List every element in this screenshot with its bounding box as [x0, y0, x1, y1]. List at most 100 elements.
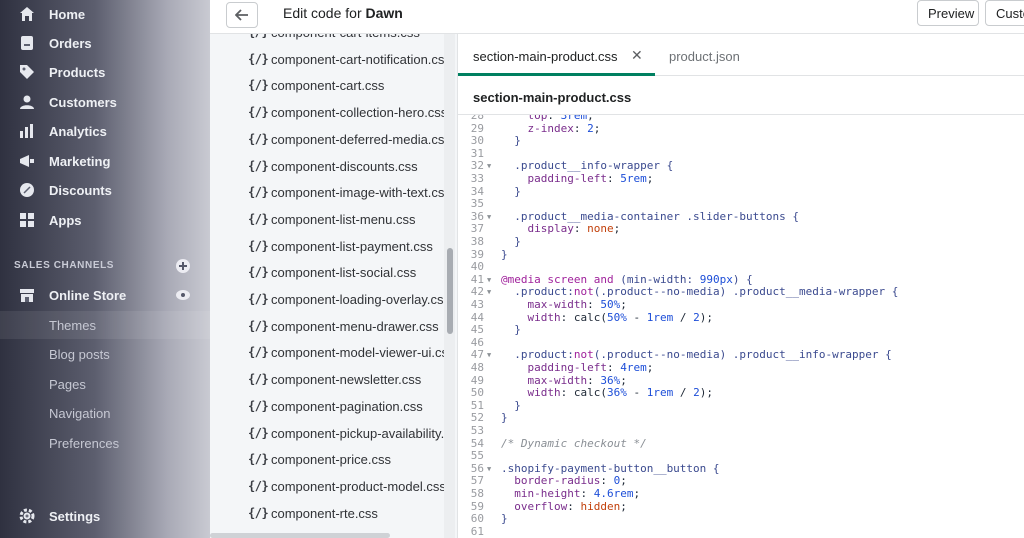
tab-section-main-product[interactable]: section-main-product.css ✕	[458, 34, 655, 76]
theme-name: Dawn	[365, 5, 403, 21]
discount-icon	[20, 183, 34, 197]
nav-item-blog-posts[interactable]: Blog posts	[0, 340, 210, 368]
code-text: }	[501, 411, 508, 425]
nav-label: Customers	[49, 94, 117, 110]
file-code-icon: {/}	[248, 158, 269, 173]
add-channel-icon[interactable]	[176, 259, 190, 273]
code-line: 60}	[458, 512, 1024, 526]
nav-item-pages[interactable]: Pages	[0, 370, 210, 398]
file-item[interactable]: {/} component-cart.css	[210, 74, 455, 100]
nav-item-discounts[interactable]: Discounts	[0, 176, 210, 204]
line-number: 60	[470, 512, 484, 526]
file-name: component-loading-overlay.css	[271, 292, 450, 307]
horizontal-scrollbar[interactable]	[210, 533, 390, 538]
code-text: }	[514, 184, 521, 198]
file-code-icon: {/}	[248, 292, 269, 306]
nav-item-products[interactable]: Products	[0, 58, 210, 86]
title-prefix: Edit code for	[283, 5, 362, 21]
apps-icon	[20, 213, 34, 227]
code-area[interactable]: 28 top: 3rem; 29 z-index: 2; 30 } 31 32 ▼ .pr…	[458, 114, 1024, 538]
file-name: component-list-social.css	[271, 265, 417, 281]
file-item[interactable]: {/} component-list-payment.css	[210, 235, 455, 261]
line-number: 43	[470, 298, 484, 311]
tag-icon	[20, 65, 34, 79]
file-name: component-newsletter.css	[271, 372, 422, 388]
file-code-icon: {/}	[248, 131, 269, 146]
tab-label: product.json	[669, 49, 740, 64]
nav-item-home[interactable]: Home	[0, 0, 210, 28]
nav-item-themes[interactable]: Themes	[0, 311, 210, 339]
nav-item-marketing[interactable]: Marketing	[0, 147, 210, 175]
fold-arrow-icon[interactable]: ▼	[487, 274, 491, 287]
nav-label: Apps	[49, 212, 82, 228]
nav-label: Orders	[49, 35, 92, 51]
gear-icon	[19, 508, 35, 524]
fold-arrow-icon[interactable]: ▼	[487, 211, 491, 224]
fold-arrow-icon[interactable]: ▼	[487, 286, 491, 299]
nav-item-apps[interactable]: Apps	[0, 206, 210, 234]
file-item[interactable]: {/} component-pagination.css	[210, 395, 455, 421]
file-code-icon: {/}	[248, 265, 269, 280]
line-number: 48	[470, 361, 484, 374]
nav-item-analytics[interactable]: Analytics	[0, 117, 210, 145]
fold-arrow-icon[interactable]: ▼	[487, 463, 491, 476]
file-item[interactable]: {/} component-discounts.css	[210, 155, 455, 181]
fold-arrow-icon[interactable]: ▼	[487, 160, 491, 173]
file-tree-scroll-thumb[interactable]	[447, 248, 453, 334]
code-text: }	[514, 323, 521, 337]
file-item[interactable]: {/} component-loading-overlay.css	[210, 288, 455, 314]
file-item[interactable]: {/} component-pickup-availability.css	[210, 422, 455, 448]
file-code-icon: {/}	[248, 78, 269, 93]
customize-button[interactable]: Customize	[985, 0, 1024, 26]
file-name: component-cart.css	[271, 78, 385, 94]
file-code-icon: {/}	[248, 211, 269, 226]
file-item[interactable]: {/} component-collection-hero.css	[210, 101, 455, 127]
file-item[interactable]: {/} component-deferred-media.css	[210, 128, 455, 154]
editor-topbar: Edit code for Dawn Preview Customize	[210, 0, 1024, 34]
orders-icon	[21, 36, 33, 50]
file-item[interactable]: {/} component-list-social.css	[210, 261, 455, 287]
file-item[interactable]: {/} component-newsletter.css	[210, 368, 455, 394]
line-number: 35	[470, 197, 484, 211]
file-name: component-price.css	[271, 452, 391, 468]
file-item[interactable]: {/} component-list-menu.css	[210, 208, 455, 234]
code-line: 29 z-index: 2;	[458, 122, 1024, 136]
file-item[interactable]: {/} component-product-model.css	[210, 475, 455, 501]
file-code-icon: {/}	[248, 185, 269, 200]
nav-item-navigation[interactable]: Navigation	[0, 399, 210, 427]
line-number: 55	[470, 449, 484, 463]
code-line: 39}	[458, 248, 1024, 262]
file-name: component-menu-drawer.css	[271, 318, 439, 334]
file-code-icon: {/}	[248, 452, 269, 467]
file-name: component-rte.css	[271, 505, 378, 521]
file-item[interactable]: {/} component-model-viewer-ui.css	[210, 341, 455, 367]
admin-sidebar: Home Orders Products Customers Analytics…	[0, 0, 210, 538]
code-line: 54/* Dynamic checkout */	[458, 437, 1024, 451]
file-item[interactable]: {/} component-image-with-text.css	[210, 181, 455, 207]
file-item[interactable]: {/} component-cart-notification.css	[210, 48, 455, 74]
nav-item-customers[interactable]: Customers	[0, 88, 210, 116]
file-name: component-pickup-availability.css	[271, 425, 455, 441]
file-header: section-main-product.css	[473, 90, 632, 105]
nav-label: Settings	[49, 508, 101, 524]
nav-label: Discounts	[49, 182, 112, 198]
eye-icon[interactable]	[176, 290, 190, 300]
file-item[interactable]: {/} component-price.css	[210, 448, 455, 474]
code-line: 59 overflow: hidden;	[458, 500, 1024, 514]
file-code-icon: {/}	[248, 34, 269, 39]
nav-label: Home	[49, 6, 86, 22]
file-name: component-cart-notification.css	[271, 51, 451, 67]
back-button[interactable]	[226, 2, 258, 28]
preview-button[interactable]: Preview	[917, 0, 979, 26]
line-number: 40	[470, 260, 484, 274]
nav-item-settings[interactable]: Settings	[0, 502, 210, 530]
file-item[interactable]: {/} component-rte.css	[210, 502, 455, 528]
nav-label: Products	[49, 64, 106, 80]
line-number: 58	[470, 487, 484, 500]
nav-item-orders[interactable]: Orders	[0, 29, 210, 57]
file-item[interactable]: {/} component-menu-drawer.css	[210, 315, 455, 341]
fold-arrow-icon[interactable]: ▼	[487, 349, 491, 362]
nav-item-preferences[interactable]: Preferences	[0, 429, 210, 457]
file-item[interactable]: {/}component-cart-items.css	[210, 34, 455, 47]
close-icon[interactable]: ✕	[631, 47, 643, 64]
